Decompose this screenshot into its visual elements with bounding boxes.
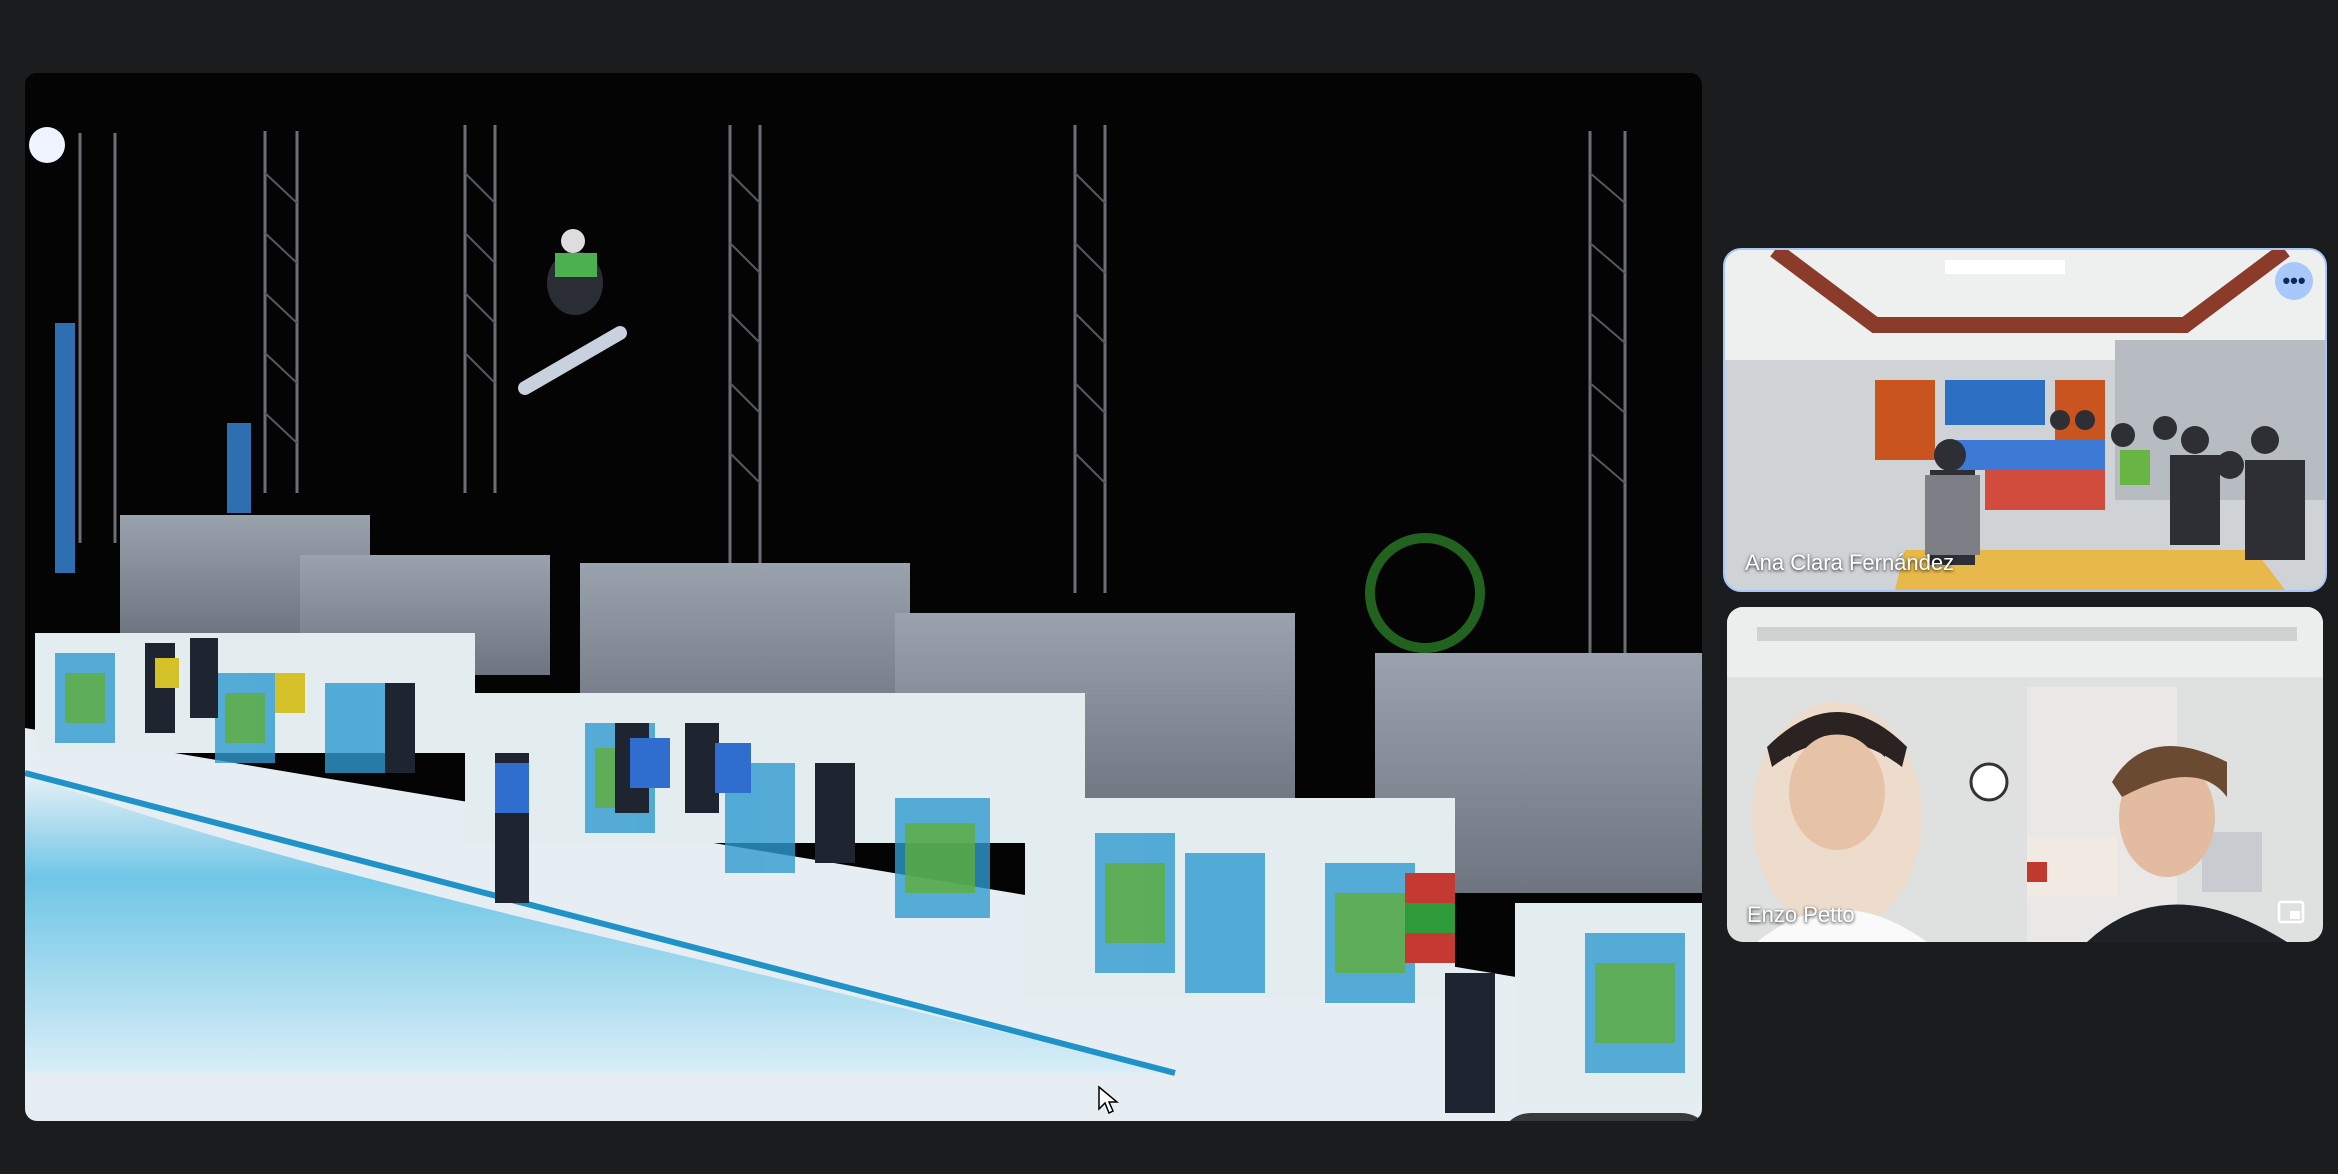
presentation-controls (1499, 1113, 1702, 1121)
picture-in-picture-button[interactable] (2277, 900, 2311, 930)
participant-name: Enzo Petto (1747, 902, 1855, 927)
picture-in-picture-icon (2277, 900, 2305, 924)
participant-name: Ana Clara Fernández (1745, 550, 1955, 575)
more-options-icon: ••• (2282, 268, 2306, 293)
share-button[interactable] (1649, 1117, 1702, 1121)
more-options-button[interactable]: ••• (2275, 262, 2313, 300)
swap-layout-button[interactable] (1507, 1117, 1563, 1121)
main-video-stage[interactable] (25, 73, 1702, 1121)
participant-tile-enzo[interactable]: Enzo Petto (1727, 607, 2323, 942)
fullscreen-button[interactable] (1578, 1117, 1634, 1121)
mouse-cursor-icon (1098, 1085, 1119, 1115)
halfpipe-video-frame (25, 73, 1702, 1121)
participant-tile-ana[interactable]: Ana Clara Fernández ••• (1723, 248, 2327, 592)
participant-video-classroom (1725, 250, 2325, 590)
participant-video-two-people (1727, 607, 2323, 942)
